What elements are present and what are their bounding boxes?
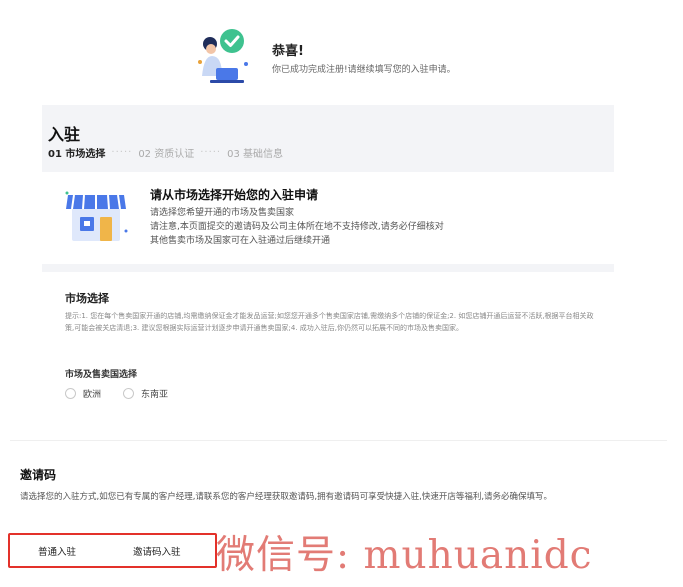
market-radio-group: 欧洲 东南亚 [65, 387, 190, 400]
step-basic-info: 03 基础信息 [227, 149, 284, 160]
normal-entry-button[interactable]: 普通入驻 [38, 544, 76, 558]
step-separator: ····· [200, 147, 222, 158]
radio-option-southeast-asia[interactable]: 东南亚 [123, 387, 168, 400]
intro-line: 其他售卖市场及国家可在入驻通过后继续开通 [150, 236, 331, 246]
intro-line: 请选择您希望开通的市场及售卖国家 [150, 208, 295, 218]
success-card [42, 0, 614, 105]
step-separator: ····· [111, 147, 133, 158]
radio-label: 欧洲 [83, 390, 102, 400]
step-qualification: 02 资质认证 [138, 149, 195, 160]
intro-line: 请注意,本页面提交的邀请码及公司主体所在地不支持修改,请务必仔细核对 [150, 222, 444, 232]
radio-circle[interactable] [123, 388, 135, 399]
page-title: 入驻 [48, 125, 81, 144]
invite-title: 邀请码 [20, 468, 57, 482]
radio-circle[interactable] [65, 388, 76, 399]
success-message: 你已成功完成注册!请继续填写您的入驻申请。 [272, 65, 456, 75]
watermark: 微信号: muhuanidc [216, 533, 593, 578]
success-title: 恭喜! [272, 44, 304, 59]
market-tip: 提示:1. 您在每个售卖国家开通的店铺,均需缴纳保证金才能发品运营;如您您开通多… [65, 312, 594, 332]
invite-code-entry-button[interactable]: 邀请码入驻 [133, 544, 181, 558]
radio-option-europe[interactable]: 欧洲 [65, 387, 101, 400]
radio-label: 东南亚 [141, 390, 169, 400]
invite-description: 请选择您的入驻方式,如您已有专属的客户经理,请联系您的客户经理获取邀请码,拥有邀… [20, 492, 553, 502]
market-section-title: 市场选择 [65, 292, 109, 305]
market-country-label: 市场及售卖国选择 [65, 370, 138, 380]
storefront-icon [65, 191, 128, 241]
success-illustration [198, 29, 248, 83]
intro-title: 请从市场选择开始您的入驻申请 [150, 188, 319, 202]
step-indicator: 01 市场选择 ····· 02 资质认证 ····· 03 基础信息 [48, 145, 283, 160]
step-market-selection: 01 市场选择 [48, 149, 106, 160]
